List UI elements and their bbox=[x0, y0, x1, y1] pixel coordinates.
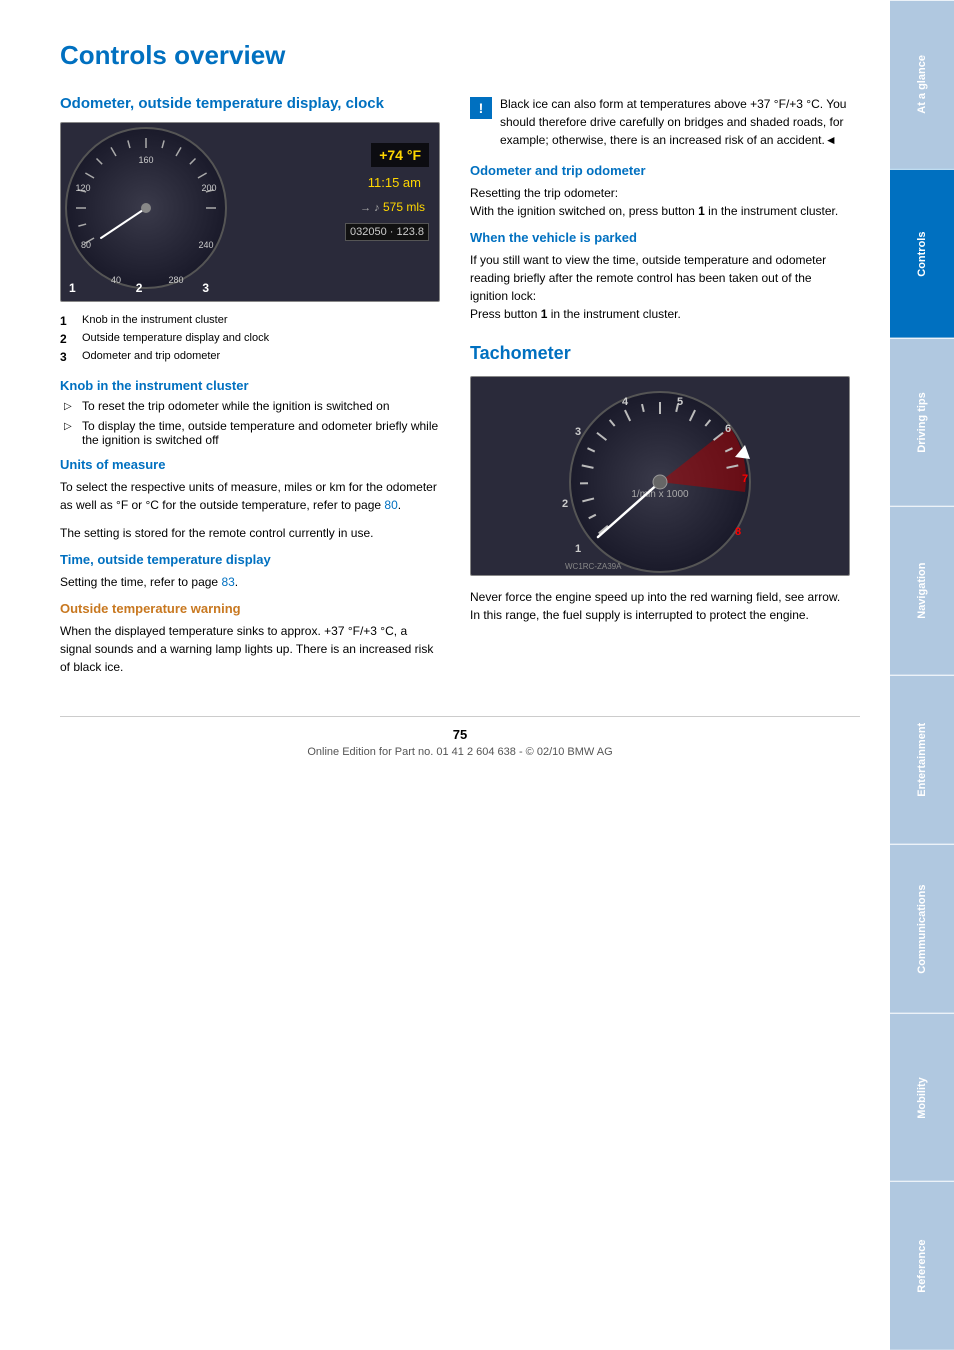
svg-text:2: 2 bbox=[562, 498, 568, 510]
units-body-text-2: The setting is stored for the remote con… bbox=[60, 524, 440, 542]
svg-text:6: 6 bbox=[725, 423, 731, 435]
time-body-text: Setting the time, refer to page 83. bbox=[60, 573, 440, 591]
item-num-1: 1 bbox=[60, 314, 76, 328]
item-label-1: Knob in the instrument cluster bbox=[82, 314, 228, 328]
tri-arrow-1: ▷ bbox=[64, 401, 76, 412]
tachometer-section: Tachometer bbox=[470, 343, 850, 624]
item-num-3: 3 bbox=[60, 350, 76, 364]
sidebar-tab-driving-tips[interactable]: Driving tips bbox=[890, 338, 954, 507]
item-label-2: Outside temperature display and clock bbox=[82, 332, 269, 346]
cluster-num-item-3: 3 Odometer and trip odometer bbox=[60, 350, 440, 364]
speedometer-svg: 160 200 120 80 240 40 280 bbox=[61, 123, 231, 293]
sidebar-tab-at-a-glance[interactable]: At a glance bbox=[890, 0, 954, 169]
temp-display: +74 °F bbox=[371, 143, 429, 167]
warning-box: ! Black ice can also form at temperature… bbox=[470, 95, 850, 149]
dist-display: → ♪ 575 mls bbox=[356, 198, 429, 216]
odometer-section-title: Odometer, outside temperature display, c… bbox=[60, 95, 440, 112]
knob-bullet-list: ▷ To reset the trip odometer while the i… bbox=[60, 399, 440, 447]
tachometer-section-title: Tachometer bbox=[470, 343, 850, 364]
cluster-label-2: 2 bbox=[136, 281, 143, 295]
knob-bullet-text-1: To reset the trip odometer while the ign… bbox=[82, 399, 390, 413]
knob-bullet-2: ▷ To display the time, outside temperatu… bbox=[64, 419, 440, 447]
svg-text:160: 160 bbox=[138, 155, 153, 165]
cluster-num-list: 1 Knob in the instrument cluster 2 Outsi… bbox=[60, 314, 440, 364]
footer-text: Online Edition for Part no. 01 41 2 604 … bbox=[307, 746, 612, 758]
svg-text:200: 200 bbox=[201, 183, 216, 193]
item-num-2: 2 bbox=[60, 332, 76, 346]
svg-text:WC1RC-ZA39A: WC1RC-ZA39A bbox=[565, 562, 622, 571]
cluster-image: 160 200 120 80 240 40 280 +74 °F 11:15 a… bbox=[60, 122, 440, 302]
svg-text:3: 3 bbox=[575, 426, 581, 438]
time-link[interactable]: 83 bbox=[221, 575, 234, 589]
sidebar-tab-navigation[interactable]: Navigation bbox=[890, 506, 954, 675]
tachometer-image: 1 2 3 4 5 6 7 8 1/min x 1000 bbox=[470, 376, 850, 576]
units-link[interactable]: 80 bbox=[384, 498, 397, 512]
tachometer-svg: 1 2 3 4 5 6 7 8 1/min x 1000 bbox=[471, 377, 849, 576]
odo-display: 032050 · 123.8 bbox=[345, 223, 429, 241]
when-parked-text: If you still want to view the time, outs… bbox=[470, 251, 850, 323]
page-title: Controls overview bbox=[60, 40, 860, 71]
svg-text:8: 8 bbox=[735, 526, 741, 538]
knob-subsection-title: Knob in the instrument cluster bbox=[60, 378, 440, 393]
tachometer-body-text: Never force the engine speed up into the… bbox=[470, 588, 850, 624]
sidebar-tab-reference[interactable]: Reference bbox=[890, 1181, 954, 1350]
knob-bullet-text-2: To display the time, outside temperature… bbox=[82, 419, 440, 447]
when-parked-title: When the vehicle is parked bbox=[470, 230, 850, 245]
right-sidebar: At a glance Controls Driving tips Naviga… bbox=[890, 0, 954, 1350]
units-body-text: To select the respective units of measur… bbox=[60, 478, 440, 514]
knob-bullet-1: ▷ To reset the trip odometer while the i… bbox=[64, 399, 440, 413]
outside-temp-warning-title: Outside temperature warning bbox=[60, 601, 440, 616]
svg-text:5: 5 bbox=[677, 396, 683, 408]
outside-temp-warning-text: When the displayed temperature sinks to … bbox=[60, 622, 440, 676]
sidebar-tab-controls[interactable]: Controls bbox=[890, 169, 954, 338]
cluster-label-1: 1 bbox=[69, 281, 76, 295]
svg-text:4: 4 bbox=[622, 396, 629, 408]
cluster-num-item-2: 2 Outside temperature display and clock bbox=[60, 332, 440, 346]
cluster-num-item-1: 1 Knob in the instrument cluster bbox=[60, 314, 440, 328]
tri-arrow-2: ▷ bbox=[64, 421, 76, 432]
page-number: 75 bbox=[60, 727, 860, 742]
odometer-trip-text: Resetting the trip odometer: With the ig… bbox=[470, 184, 850, 220]
svg-text:1: 1 bbox=[575, 543, 581, 555]
cluster-label-3: 3 bbox=[202, 281, 209, 295]
time-subsection-title: Time, outside temperature display bbox=[60, 552, 440, 567]
time-display: 11:15 am bbox=[360, 173, 429, 192]
sidebar-tab-communications[interactable]: Communications bbox=[890, 844, 954, 1013]
svg-text:240: 240 bbox=[198, 240, 213, 250]
svg-text:7: 7 bbox=[742, 473, 748, 485]
svg-text:80: 80 bbox=[81, 240, 91, 250]
sidebar-tab-entertainment[interactable]: Entertainment bbox=[890, 675, 954, 844]
odometer-trip-title: Odometer and trip odometer bbox=[470, 163, 850, 178]
warning-box-text: Black ice can also form at temperatures … bbox=[500, 95, 850, 149]
svg-text:120: 120 bbox=[75, 183, 90, 193]
warning-icon: ! bbox=[470, 97, 492, 119]
units-subsection-title: Units of measure bbox=[60, 457, 440, 472]
sidebar-tab-mobility[interactable]: Mobility bbox=[890, 1013, 954, 1182]
page-footer: 75 Online Edition for Part no. 01 41 2 6… bbox=[60, 716, 860, 758]
item-label-3: Odometer and trip odometer bbox=[82, 350, 220, 364]
